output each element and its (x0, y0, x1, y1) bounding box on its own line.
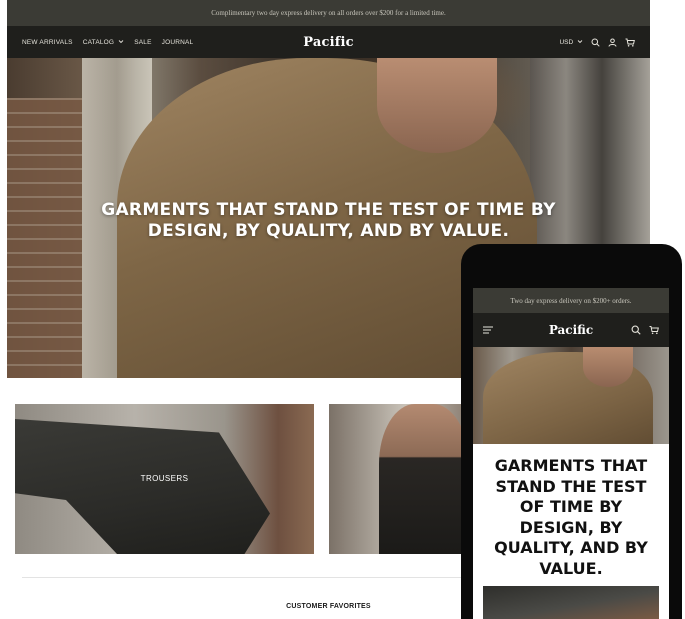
mobile-hero-image[interactable] (473, 347, 669, 444)
mobile-announcement-bar: Two day express delivery on $200+ orders… (473, 288, 669, 313)
mobile-hero-title: GARMENTS THAT STAND THE TEST OF TIME BY … (494, 456, 648, 578)
top-navigation: NEW ARRIVALS CATALOG SALE JOURNAL Pacifi… (7, 26, 650, 58)
tile-image-outerwear (379, 404, 469, 554)
tile-image-trousers (15, 419, 270, 554)
hero-title: GARMENTS THAT STAND THE TEST OF TIME BY … (7, 200, 650, 242)
nav-utilities: USD (559, 38, 635, 47)
currency-label: USD (559, 38, 574, 46)
chevron-down-icon (118, 40, 124, 44)
hero-image-face (377, 58, 497, 153)
mobile-hero-image-face (583, 347, 633, 387)
hero-title-line-2: DESIGN, BY QUALITY, AND BY VALUE. (147, 221, 510, 241)
mobile-device-frame: Two day express delivery on $200+ orders… (461, 244, 682, 619)
mobile-announcement-text: Two day express delivery on $200+ orders… (510, 296, 632, 305)
currency-selector[interactable]: USD (559, 39, 583, 46)
menu-icon[interactable] (483, 326, 493, 334)
nav-journal[interactable]: JOURNAL (162, 39, 194, 46)
mobile-navigation: Pacific (473, 313, 669, 347)
nav-new-arrivals[interactable]: NEW ARRIVALS (22, 39, 73, 46)
nav-catalog-label: CATALOG (82, 38, 115, 46)
cart-icon[interactable] (625, 38, 635, 47)
announcement-text: Complimentary two day express delivery o… (211, 9, 446, 17)
chevron-down-icon (577, 40, 583, 44)
mobile-screen: Two day express delivery on $200+ orders… (473, 288, 669, 619)
account-icon[interactable] (608, 38, 617, 47)
category-tile-trousers[interactable]: TROUSERS (15, 404, 314, 554)
hero-title-line-1: GARMENTS THAT STAND THE TEST OF TIME BY (101, 200, 556, 220)
nav-links: NEW ARRIVALS CATALOG SALE JOURNAL (22, 39, 193, 46)
nav-catalog[interactable]: CATALOG (83, 39, 125, 46)
mobile-category-tile[interactable] (483, 586, 659, 619)
mobile-nav-utilities (631, 325, 659, 335)
mobile-brand-logo[interactable]: Pacific (549, 323, 593, 337)
cart-icon[interactable] (649, 325, 659, 335)
brand-logo[interactable]: Pacific (303, 35, 354, 50)
search-icon[interactable] (631, 325, 641, 335)
announcement-bar: Complimentary two day express delivery o… (7, 0, 650, 26)
category-tile-label: TROUSERS (140, 474, 189, 483)
search-icon[interactable] (591, 38, 600, 47)
nav-sale[interactable]: SALE (134, 39, 151, 46)
